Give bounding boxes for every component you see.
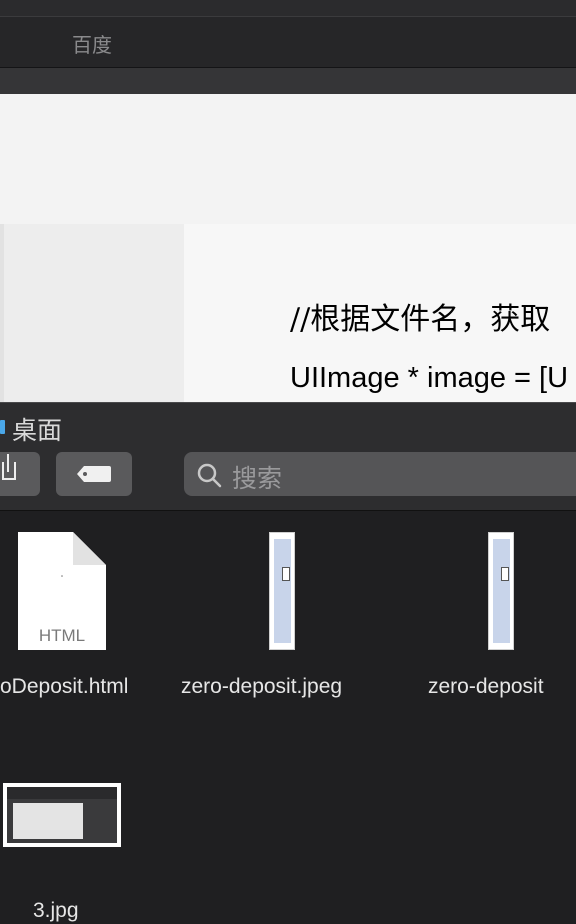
share-arrow-icon <box>7 454 9 472</box>
finder-toolbar: 搜索 <box>0 444 576 511</box>
tag-icon <box>77 466 111 482</box>
tags-button[interactable] <box>56 452 132 496</box>
file-grid: HTML oDeposit.html zero-deposit.jpeg zer… <box>0 511 576 924</box>
code-comment-line: //根据文件名，获取 <box>290 302 551 337</box>
image-thumbnail[interactable] <box>3 783 121 847</box>
web-page: //根据文件名，获取 UIImage * image = [U <box>0 94 576 402</box>
search-placeholder: 搜索 <box>232 464 283 493</box>
page-article: //根据文件名，获取 UIImage * image = [U <box>184 224 576 402</box>
window-title: 桌面 <box>12 416 63 445</box>
bookmarks-bar: 百度 <box>0 17 576 68</box>
thumbnail-page <box>13 803 83 839</box>
file-name-zero-deposit[interactable]: zero-deposit <box>428 675 544 699</box>
search-input[interactable]: 搜索 <box>184 452 576 496</box>
file-name-jpeg[interactable]: zero-deposit.jpeg <box>181 675 342 699</box>
thumbnail-content <box>274 539 291 643</box>
image-thumbnail[interactable] <box>488 532 514 650</box>
page-sidebar <box>0 224 188 402</box>
browser-top-edge <box>0 0 576 17</box>
phone-icon <box>501 567 509 581</box>
page-header-strip <box>0 68 576 94</box>
share-icon <box>2 462 16 480</box>
html-type-label: HTML <box>38 626 86 645</box>
bookmark-baidu[interactable]: 百度 <box>72 29 112 58</box>
file-name-3jpg[interactable]: 3.jpg <box>33 899 79 923</box>
thumbnail-header <box>7 787 117 799</box>
file-name-html[interactable]: oDeposit.html <box>0 675 128 699</box>
search-icon <box>197 463 222 488</box>
thumbnail-content <box>7 787 117 843</box>
folder-icon <box>0 420 5 434</box>
share-button[interactable] <box>0 452 40 496</box>
code-statement-line: UIImage * image = [U <box>290 362 569 394</box>
thumbnail-content <box>493 539 510 643</box>
phone-icon <box>282 567 290 581</box>
image-thumbnail[interactable] <box>269 532 295 650</box>
finder-titlebar: 桌面 <box>0 402 576 445</box>
